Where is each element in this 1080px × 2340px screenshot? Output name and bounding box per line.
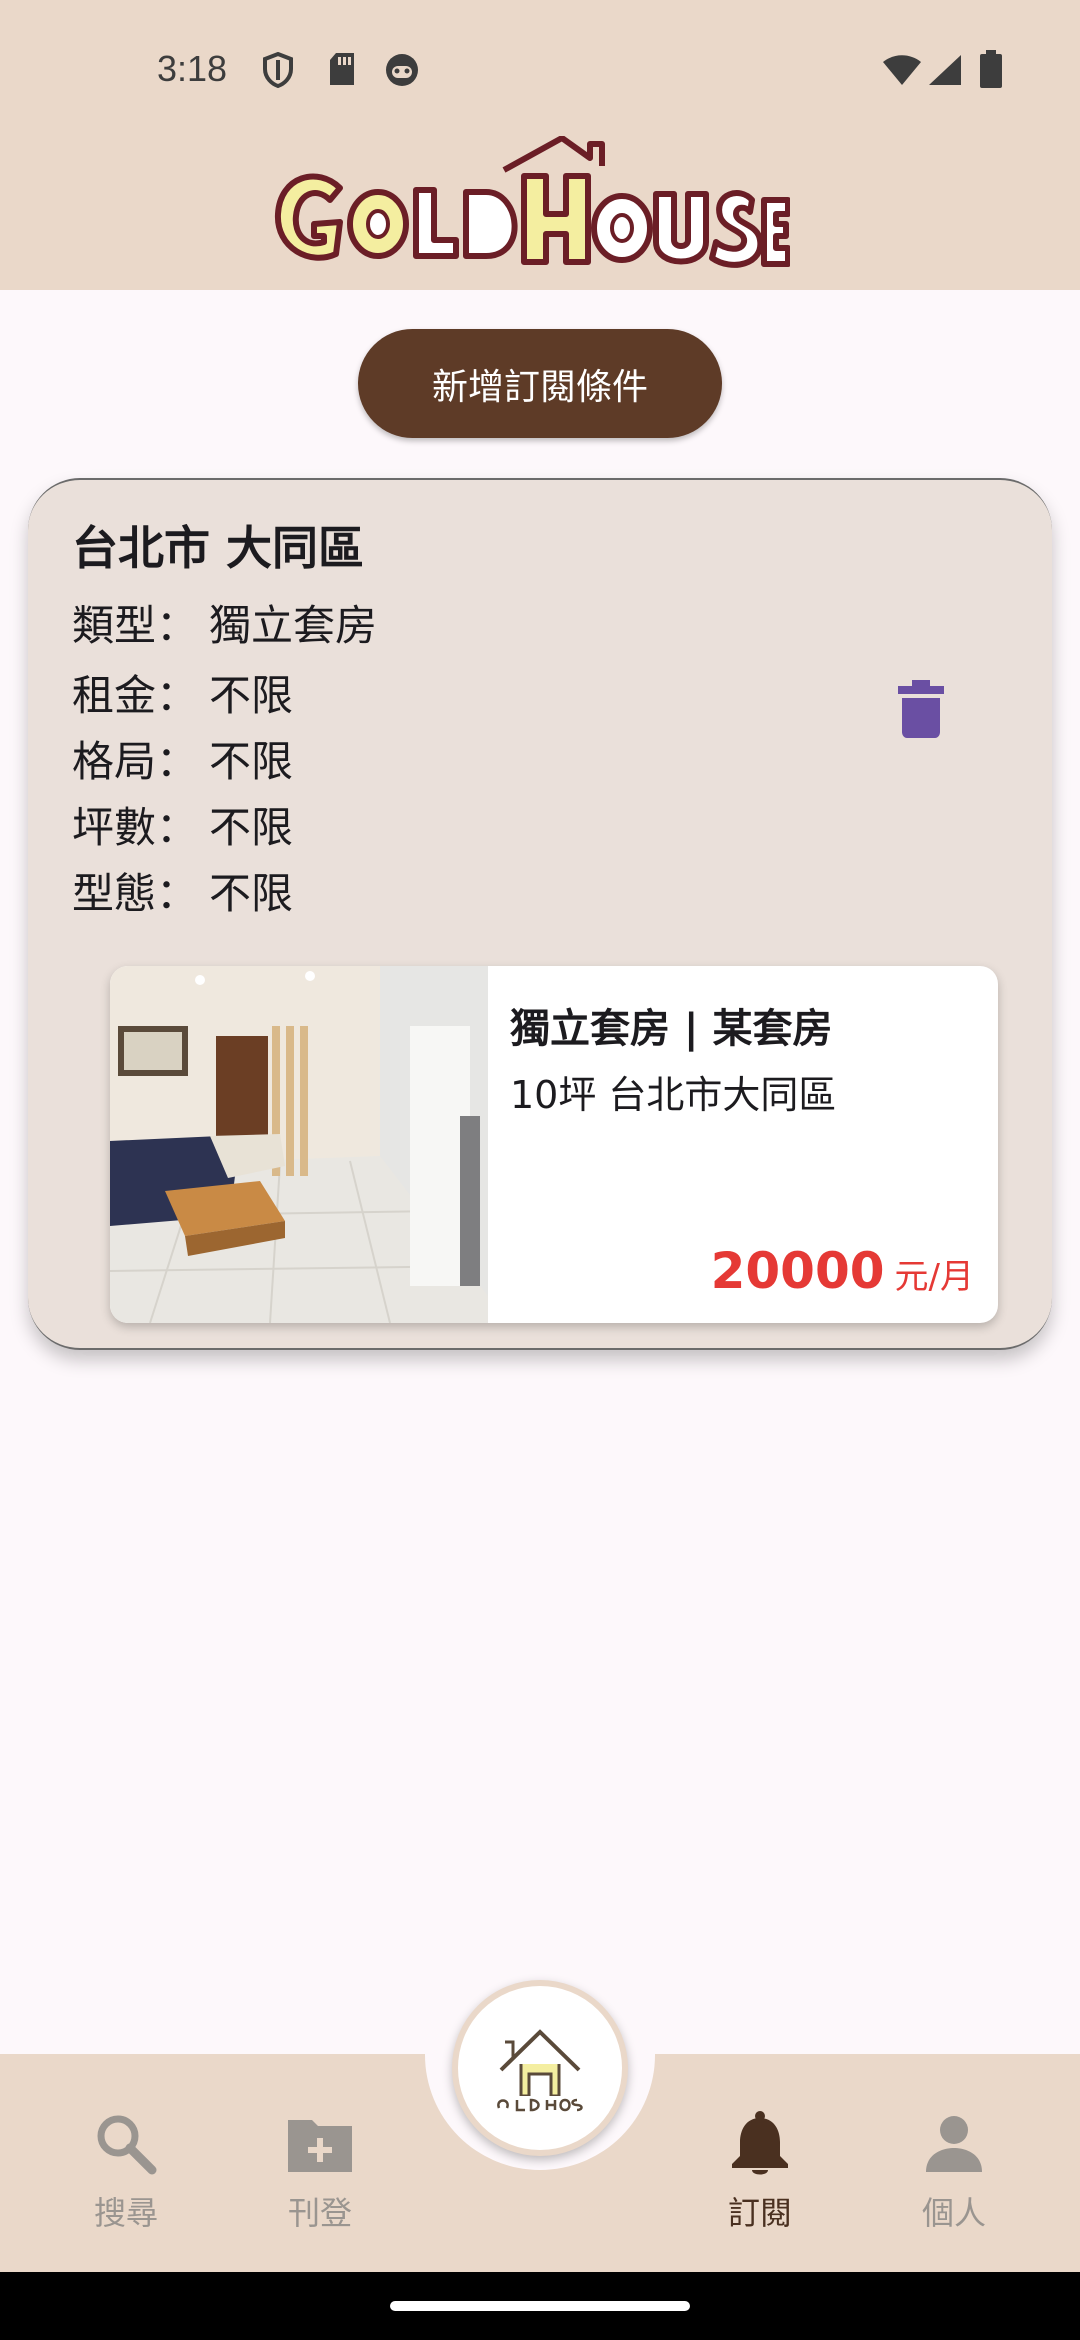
row-value: 不限 [209,671,294,720]
subscription-row-style: 型態： 不限 [72,860,293,921]
nav-item-subscribe[interactable]: 訂閱 [680,2054,840,2272]
nav-label: 個人 [921,2194,986,2232]
row-key: 型態： [72,869,199,918]
listing-price: 20000 元/月 [711,1242,974,1300]
battery-icon [980,50,1002,88]
wifi-icon [883,55,921,85]
subscription-row-size: 坪數： 不限 [72,794,293,855]
gold-house-logo [274,136,790,268]
subscription-location: 台北市 大同區 [72,521,365,575]
nav-label: 訂閱 [727,2194,792,2232]
listing-subtitle: 10坪 台北市大同區 [510,1073,837,1117]
listing-photo [110,966,488,1323]
row-value: 不限 [209,869,294,918]
status-bar: 3:18 [0,0,1080,140]
nav-item-post[interactable]: 刊登 [240,2054,400,2272]
home-gesture-handle[interactable] [390,2301,690,2311]
trash-icon[interactable] [898,680,944,738]
signal-icon [929,55,961,85]
add-subscription-button[interactable]: 新增訂閱條件 [358,329,722,438]
search-icon [97,2115,157,2175]
price-unit: 元/月 [894,1257,974,1297]
row-key: 類型： [72,601,199,650]
listing-title: 獨立套房 | 某套房 [510,1006,833,1052]
folder-add-icon [288,2120,352,2172]
shield-icon [263,52,293,88]
row-key: 坪數： [72,803,199,852]
price-value: 20000 [710,1242,885,1300]
row-key: 格局： [72,737,199,786]
row-value: 不限 [209,803,294,852]
nav-label: 刊登 [287,2194,352,2232]
listing-card[interactable]: 獨立套房 | 某套房 10坪 台北市大同區 20000 元/月 [110,966,998,1323]
home-fab-button[interactable] [452,1980,628,2156]
subscription-row-rent: 租金： 不限 [72,662,293,723]
face-icon [386,54,418,86]
nav-label: 搜尋 [93,2194,158,2232]
nav-item-search[interactable]: 搜尋 [46,2054,206,2272]
app-header: 3:18 [0,0,1080,290]
nav-item-profile[interactable]: 個人 [874,2054,1034,2272]
subscription-row-type: 類型： 獨立套房 [72,592,377,653]
gold-house-mini-logo [493,2029,587,2112]
row-value: 不限 [209,737,294,786]
sd-card-icon [330,53,354,85]
status-time: 3:18 [157,48,228,89]
row-value: 獨立套房 [209,601,378,650]
bell-icon [732,2111,788,2175]
row-key: 租金： [72,671,199,720]
person-icon [926,2116,982,2172]
subscription-row-layout: 格局： 不限 [72,728,293,789]
